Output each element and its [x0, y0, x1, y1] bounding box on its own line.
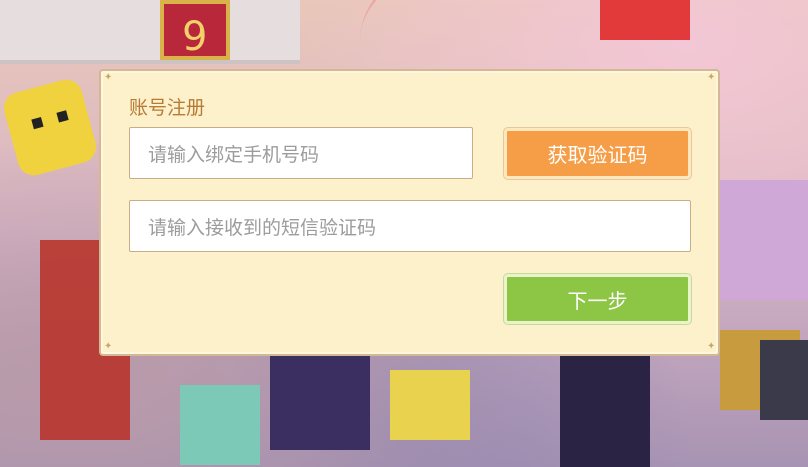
- sms-code-input[interactable]: 请输入接收到的短信验证码: [129, 200, 691, 252]
- get-code-button[interactable]: 获取验证码: [504, 128, 691, 179]
- birthday-sign: 9: [160, 0, 230, 60]
- corner-ornament-icon: ✦: [707, 72, 716, 83]
- sign-number: 9: [182, 14, 208, 60]
- register-dialog: ✦ ✦ ✦ ✦ 账号注册 请输入绑定手机号码 获取验证码 请输入接收到的短信验证…: [99, 69, 720, 356]
- dialog-title: 账号注册: [129, 97, 206, 119]
- corner-ornament-icon: ✦: [104, 341, 113, 352]
- pixel-building: [0, 0, 300, 64]
- balloon-eye: [56, 110, 69, 123]
- corner-ornament-icon: ✦: [707, 341, 716, 352]
- sms-input-placeholder: 请输入接收到的短信验证码: [148, 216, 377, 239]
- phone-input-placeholder: 请输入绑定手机号码: [148, 143, 320, 166]
- character-edge: [760, 340, 808, 420]
- smiley-balloon: [0, 76, 100, 179]
- character-middle: [270, 350, 370, 450]
- next-step-button[interactable]: 下一步: [504, 274, 691, 324]
- character-witch: [560, 350, 650, 467]
- gift-box: [600, 0, 690, 40]
- balloon-eye: [31, 116, 44, 130]
- character-creature: [180, 385, 260, 465]
- character-chick: [390, 370, 470, 440]
- phone-number-input[interactable]: 请输入绑定手机号码: [129, 127, 473, 179]
- corner-ornament-icon: ✦: [104, 72, 113, 83]
